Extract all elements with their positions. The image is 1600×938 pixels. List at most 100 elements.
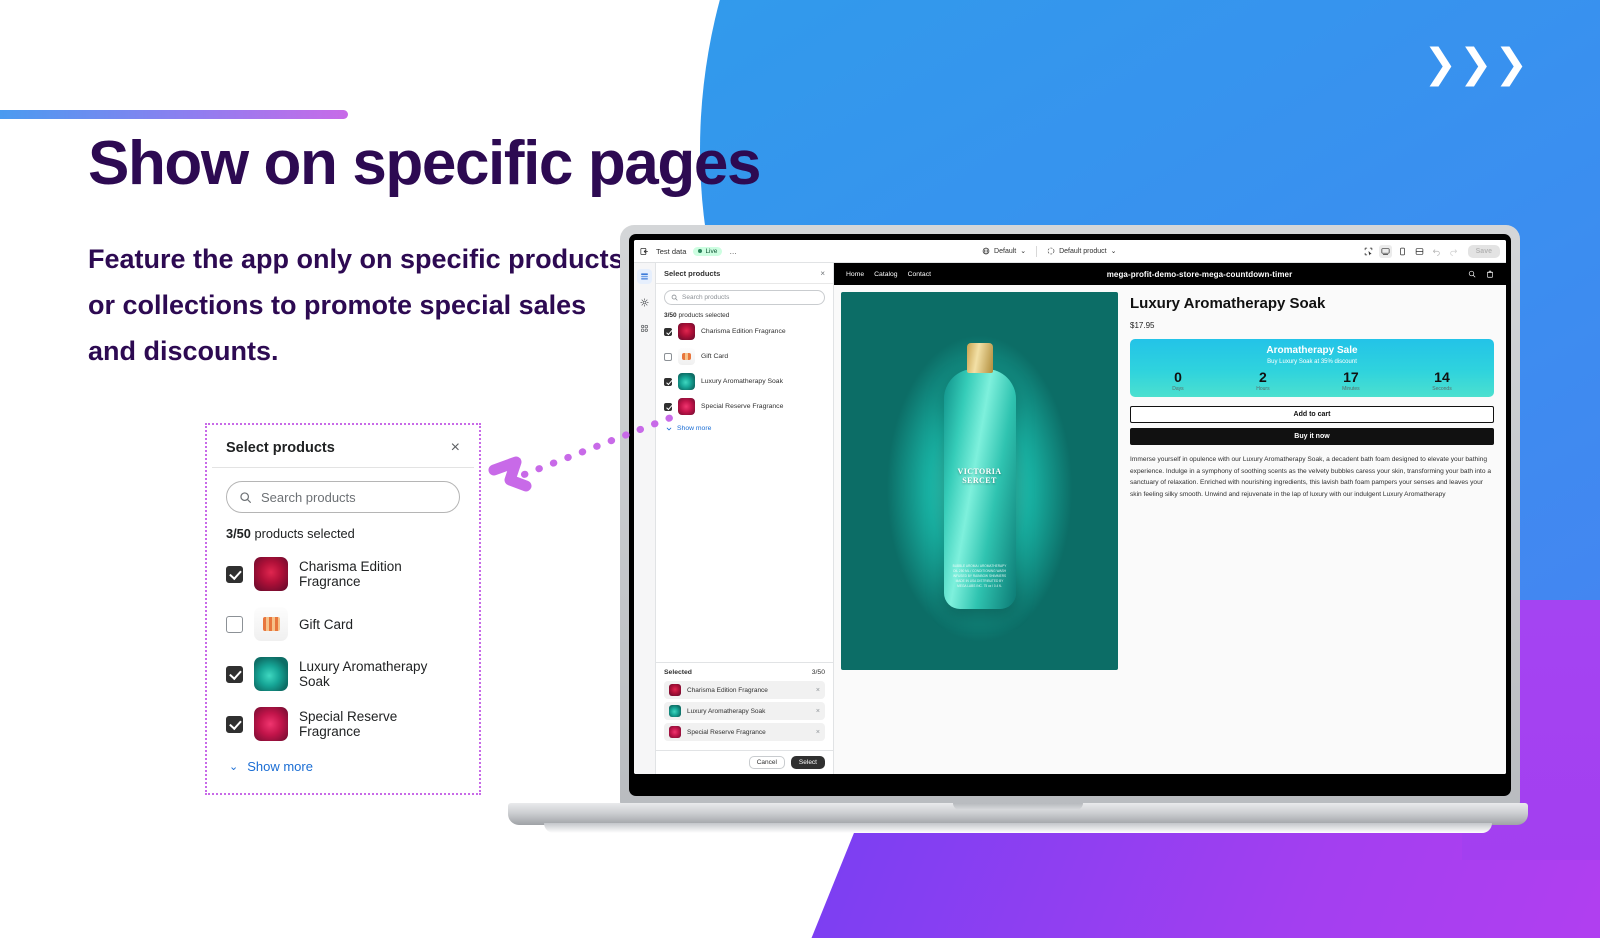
- redo-icon[interactable]: [1447, 245, 1460, 258]
- product-thumbnail: [669, 726, 681, 738]
- theme-selector-label: Default: [994, 247, 1017, 255]
- product-name: Luxury Aromatherapy Soak: [299, 659, 428, 689]
- fullscreen-icon[interactable]: [1413, 245, 1426, 258]
- panel-title: Select products: [664, 269, 721, 278]
- select-button[interactable]: Select: [790, 756, 825, 769]
- nav-link-catalog[interactable]: Catalog: [874, 271, 897, 278]
- chevron-right-icon: ❯: [1494, 41, 1528, 87]
- list-item[interactable]: Charisma Edition Fragrance: [226, 549, 460, 599]
- storefront-nav-tools: [1468, 270, 1494, 278]
- chevron-down-icon: ⌄: [229, 761, 239, 773]
- selected-chip[interactable]: Luxury Aromatherapy Soak ×: [664, 702, 825, 720]
- status-dot-icon: [698, 249, 703, 253]
- save-button[interactable]: Save: [1467, 244, 1500, 258]
- product-thumbnail: [254, 607, 288, 641]
- select-products-callout: Select products × Search products 3/50 p…: [212, 428, 474, 790]
- panel-selection-count-label: products selected: [676, 312, 730, 319]
- close-icon[interactable]: ×: [451, 440, 460, 456]
- timer-value: 14: [1434, 369, 1450, 385]
- buy-it-now-button[interactable]: Buy it now: [1130, 428, 1494, 445]
- list-item[interactable]: Luxury Aromatherapy Soak: [226, 649, 460, 699]
- callout-body: Search products 3/50 products selected C…: [212, 468, 474, 774]
- callout-title: Select products: [226, 440, 335, 456]
- editor-sidebar-rail: [634, 263, 656, 774]
- add-to-cart-button[interactable]: Add to cart: [1130, 406, 1494, 423]
- status-badge: Live: [693, 246, 723, 256]
- theme-selector[interactable]: Default ⌄: [982, 247, 1026, 255]
- product-name: Special Reserve Fragrance: [701, 403, 784, 410]
- panel-actions: Cancel Select: [656, 750, 833, 774]
- product-thumbnail: [254, 657, 288, 691]
- product-price: $17.95: [1130, 321, 1155, 330]
- storefront-content: VICTORIA SERCET BUBBLE AROMA / AROMATHER…: [834, 285, 1506, 774]
- exit-icon[interactable]: [640, 247, 649, 256]
- timer-label: Days: [1172, 386, 1184, 392]
- remove-icon[interactable]: ×: [816, 729, 820, 736]
- product-thumbnail: [669, 684, 681, 696]
- search-placeholder: Search products: [261, 489, 356, 505]
- search-icon[interactable]: [1468, 270, 1476, 278]
- list-item[interactable]: Gift Card: [664, 344, 825, 369]
- product-thumbnail: [678, 348, 695, 365]
- close-icon[interactable]: ×: [820, 269, 825, 278]
- product-name: Gift Card: [701, 353, 729, 360]
- selected-chip-name: Special Reserve Fragrance: [687, 728, 766, 736]
- product-checkbox[interactable]: [226, 665, 243, 683]
- nav-link-home[interactable]: Home: [846, 271, 864, 278]
- timer-unit-days: 0 Days: [1172, 370, 1184, 393]
- nav-link-contact[interactable]: Contact: [908, 271, 931, 278]
- more-options-button[interactable]: …: [729, 247, 737, 256]
- search-icon: [671, 294, 678, 301]
- panel-selection-count-value: 3/50: [664, 312, 677, 319]
- template-selector[interactable]: Default product ⌄: [1047, 247, 1116, 255]
- desktop-icon[interactable]: [1378, 244, 1392, 258]
- mobile-icon[interactable]: [1396, 245, 1409, 258]
- selection-count-label: products selected: [250, 526, 355, 541]
- timer-heading: Aromatherapy Sale: [1266, 345, 1358, 356]
- inspector-icon[interactable]: [1362, 245, 1375, 258]
- panel-search-input[interactable]: Search products: [664, 290, 825, 305]
- show-more-button[interactable]: ⌄ Show more: [226, 749, 460, 774]
- page-title: Show on specific pages: [88, 129, 761, 198]
- sidebar-item-sections[interactable]: [637, 269, 652, 284]
- globe-icon: [982, 247, 990, 255]
- timer-unit-minutes: 17 Minutes: [1342, 369, 1360, 393]
- bottle-fineprint-text: BUBBLE AROMA / AROMATHERAPY OIL 250 ML /…: [952, 563, 1007, 588]
- product-checkbox[interactable]: [226, 615, 243, 633]
- remove-icon[interactable]: ×: [816, 708, 820, 715]
- storefront-preview: Home Catalog Contact mega-profit-demo-st…: [834, 263, 1506, 774]
- toolbar-divider: [1036, 245, 1038, 257]
- chevron-right-icon: ❯: [1458, 41, 1493, 87]
- product-name: Charisma Edition Fragrance: [299, 559, 402, 589]
- selected-count: 3/50: [811, 669, 825, 676]
- chevron-down-icon: ⌄: [1110, 248, 1117, 255]
- selected-chip[interactable]: Charisma Edition Fragrance ×: [664, 681, 825, 699]
- list-item[interactable]: Charisma Edition Fragrance: [664, 319, 825, 344]
- selection-count-value: 3/50: [226, 526, 251, 541]
- list-item[interactable]: Special Reserve Fragrance: [226, 699, 460, 749]
- list-item[interactable]: Gift Card: [226, 599, 460, 649]
- page-icon: [1047, 247, 1055, 255]
- product-checkbox[interactable]: [664, 327, 672, 336]
- product-name: Gift Card: [299, 616, 354, 632]
- sidebar-item-settings[interactable]: [637, 295, 652, 310]
- product-title: Luxury Aromatherapy Soak: [1130, 295, 1326, 312]
- select-products-panel: Select products × Search products 3/50 p…: [656, 263, 834, 774]
- timer-value: 17: [1343, 369, 1359, 385]
- laptop-base: [508, 803, 1528, 825]
- list-item[interactable]: Luxury Aromatherapy Soak: [664, 369, 825, 394]
- cancel-button[interactable]: Cancel: [748, 756, 785, 769]
- product-checkbox[interactable]: [226, 565, 243, 583]
- product-checkbox[interactable]: [664, 377, 672, 386]
- connector-arrow: [488, 410, 684, 492]
- selected-chip[interactable]: Special Reserve Fragrance ×: [664, 723, 825, 741]
- storefront-navbar: Home Catalog Contact mega-profit-demo-st…: [834, 263, 1506, 285]
- product-checkbox[interactable]: [226, 715, 243, 733]
- remove-icon[interactable]: ×: [816, 687, 820, 694]
- product-checkbox[interactable]: [664, 352, 672, 361]
- undo-icon[interactable]: [1430, 245, 1443, 258]
- timer-units: 0 Days 2 Hours 17 Minutes 14 Seconds: [1136, 369, 1488, 393]
- sidebar-item-apps[interactable]: [637, 321, 652, 336]
- search-input[interactable]: Search products: [226, 481, 460, 513]
- cart-icon[interactable]: [1486, 270, 1494, 278]
